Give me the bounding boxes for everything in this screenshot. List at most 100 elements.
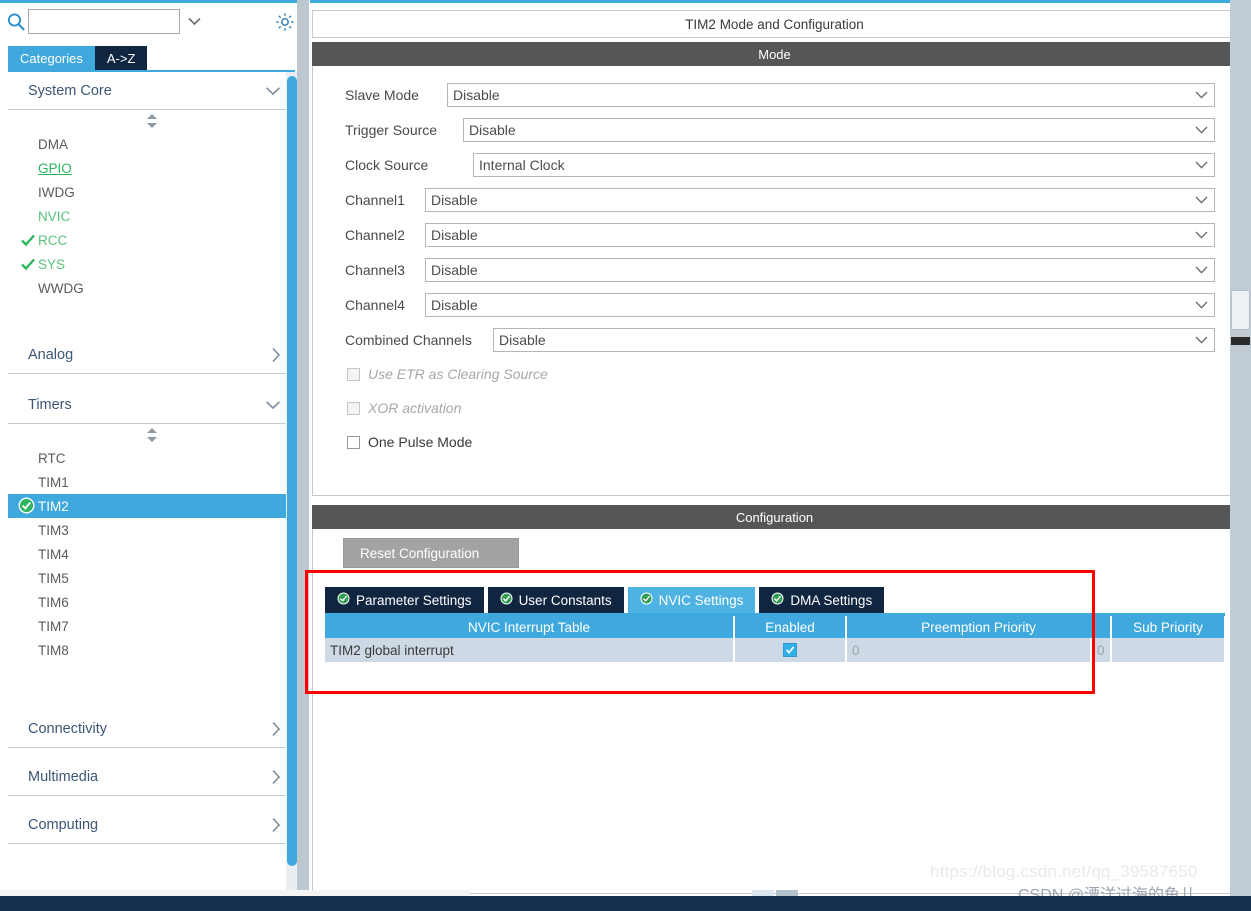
- field-channel4: Channel4 Disable: [345, 292, 1215, 318]
- channel4-select[interactable]: Disable: [425, 293, 1215, 317]
- field-trigger-source: Trigger Source Disable: [345, 117, 1215, 143]
- checkbox-row-xor-activation[interactable]: XOR activation: [347, 397, 461, 419]
- page-title: TIM2 Mode and Configuration: [312, 10, 1237, 38]
- field-label: Clock Source: [345, 157, 429, 173]
- use-etr-checkbox: [347, 367, 360, 381]
- search-icon: [6, 12, 26, 32]
- group-title: Analog: [28, 346, 74, 363]
- group-title: Connectivity: [28, 720, 107, 737]
- tab-nvic-settings[interactable]: NVIC Settings: [627, 587, 756, 613]
- tree-item-tim8[interactable]: TIM8: [8, 638, 295, 662]
- group-header-connectivity[interactable]: Connectivity: [8, 710, 295, 748]
- tree-item-rcc[interactable]: RCC: [8, 228, 295, 252]
- clock-source-value: Internal Clock: [479, 157, 565, 173]
- tree-item-dma[interactable]: DMA: [8, 132, 295, 156]
- tree-item-nvic[interactable]: NVIC: [8, 204, 295, 228]
- checkbox-label: One Pulse Mode: [368, 434, 473, 450]
- field-channel2: Channel2 Disable: [345, 222, 1215, 248]
- search-combobox[interactable]: [28, 9, 201, 34]
- sidebar-scrollbar-thumb[interactable]: [287, 76, 297, 866]
- field-label: Channel4: [345, 297, 405, 313]
- tree-item-tim7[interactable]: TIM7: [8, 614, 295, 638]
- chevron-down-icon[interactable]: [188, 10, 201, 33]
- group-header-timers[interactable]: Timers: [8, 386, 295, 424]
- reset-configuration-button[interactable]: Reset Configuration: [343, 538, 519, 568]
- tab-label: NVIC Settings: [658, 592, 744, 608]
- combined-channels-select[interactable]: Disable: [493, 328, 1215, 352]
- channel2-select[interactable]: Disable: [425, 223, 1215, 247]
- group-header-multimedia[interactable]: Multimedia: [8, 758, 295, 796]
- slave-mode-select[interactable]: Disable: [447, 83, 1215, 107]
- column-header-enabled[interactable]: Enabled: [734, 616, 847, 638]
- sidebar-top-accent: [0, 0, 303, 3]
- group-header-system-core[interactable]: System Core: [8, 72, 295, 110]
- tree-item-iwdg[interactable]: IWDG: [8, 180, 295, 204]
- channel1-select[interactable]: Disable: [425, 188, 1215, 212]
- tree-item-sys[interactable]: SYS: [8, 252, 295, 276]
- field-channel1: Channel1 Disable: [345, 187, 1215, 213]
- checkbox-row-use-etr[interactable]: Use ETR as Clearing Source: [347, 363, 548, 385]
- window-scrollbar-thumb[interactable]: [1231, 290, 1250, 330]
- combined-channels-value: Disable: [499, 332, 546, 348]
- tab-a-to-z[interactable]: A->Z: [94, 46, 148, 70]
- tree-item-tim6[interactable]: TIM6: [8, 590, 295, 614]
- trigger-source-select[interactable]: Disable: [463, 118, 1215, 142]
- chevron-right-icon: [271, 347, 281, 363]
- column-header-interrupt[interactable]: NVIC Interrupt Table: [325, 616, 735, 638]
- scroll-spinner-timers[interactable]: [8, 424, 295, 446]
- chevron-down-icon: [1188, 266, 1214, 274]
- tab-dma-settings[interactable]: DMA Settings: [759, 587, 885, 613]
- channel1-value: Disable: [431, 192, 478, 208]
- tree-item-tim4[interactable]: TIM4: [8, 542, 295, 566]
- table-row[interactable]: TIM2 global interrupt 0 0: [325, 638, 1227, 662]
- sidebar-outer-scrollbar[interactable]: [297, 0, 309, 896]
- tab-parameter-settings[interactable]: Parameter Settings: [325, 587, 484, 613]
- cell-sub-priority-value[interactable]: 0: [1091, 638, 1113, 662]
- cell-preemption-priority[interactable]: 0: [846, 638, 1092, 662]
- mode-configuration-panel: TIM2 Mode and Configuration Mode Slave M…: [310, 0, 1251, 896]
- column-header-preemption-priority[interactable]: Preemption Priority: [846, 616, 1113, 638]
- chevron-down-icon: [1188, 91, 1214, 99]
- cubemx-pinout-configuration-window: 三 下 值 三 式 2 / /: [0, 0, 1251, 911]
- field-label: Combined Channels: [345, 332, 472, 348]
- component-tree: System Core DMA GPIO IWDG NVIC RCC SYS W…: [8, 72, 295, 890]
- group-title: Computing: [28, 816, 99, 833]
- tree-item-tim3[interactable]: TIM3: [8, 518, 295, 542]
- tree-item-label: TIM3: [38, 522, 69, 538]
- tree-item-label: WWDG: [38, 280, 84, 296]
- sidebar-view-tabs: Categories A->Z: [8, 46, 148, 70]
- checkbox-row-one-pulse-mode[interactable]: One Pulse Mode: [347, 431, 472, 453]
- configuration-section-header: Configuration: [312, 505, 1237, 529]
- tree-item-tim5[interactable]: TIM5: [8, 566, 295, 590]
- tab-user-constants[interactable]: User Constants: [487, 587, 624, 613]
- tree-item-gpio[interactable]: GPIO: [8, 156, 295, 180]
- cell-enabled[interactable]: [734, 638, 847, 662]
- gear-icon[interactable]: [274, 11, 296, 33]
- tree-item-label: DMA: [38, 136, 68, 152]
- clock-source-select[interactable]: Internal Clock: [473, 153, 1215, 177]
- tree-item-wwdg[interactable]: WWDG: [8, 276, 295, 300]
- search-input[interactable]: [29, 10, 188, 33]
- channel3-value: Disable: [431, 262, 478, 278]
- tree-item-rtc[interactable]: RTC: [8, 446, 295, 470]
- tree-item-label: GPIO: [38, 160, 72, 176]
- tab-categories[interactable]: Categories: [8, 46, 95, 70]
- tree-item-tim1[interactable]: TIM1: [8, 470, 295, 494]
- cell-sub-priority[interactable]: [1111, 638, 1227, 662]
- tab-label: DMA Settings: [790, 592, 873, 608]
- channel3-select[interactable]: Disable: [425, 258, 1215, 282]
- watermark-url: https://blog.csdn.net/qq_39587650: [930, 862, 1198, 881]
- group-header-analog[interactable]: Analog: [8, 336, 295, 374]
- chevron-right-icon: [271, 721, 281, 737]
- tree-item-label: TIM7: [38, 618, 69, 634]
- group-header-computing[interactable]: Computing: [8, 806, 295, 844]
- enabled-checkbox[interactable]: [783, 642, 797, 657]
- one-pulse-mode-checkbox[interactable]: [347, 435, 360, 449]
- column-header-sub-priority[interactable]: Sub Priority: [1111, 616, 1227, 638]
- field-clock-source: Clock Source Internal Clock: [345, 152, 1215, 178]
- checkbox-label: Use ETR as Clearing Source: [368, 366, 548, 382]
- window-scrollbar-track[interactable]: [1230, 0, 1251, 896]
- scroll-spinner-system-core[interactable]: [8, 110, 295, 132]
- field-label: Trigger Source: [345, 122, 438, 138]
- tree-item-tim2[interactable]: TIM2: [8, 494, 295, 518]
